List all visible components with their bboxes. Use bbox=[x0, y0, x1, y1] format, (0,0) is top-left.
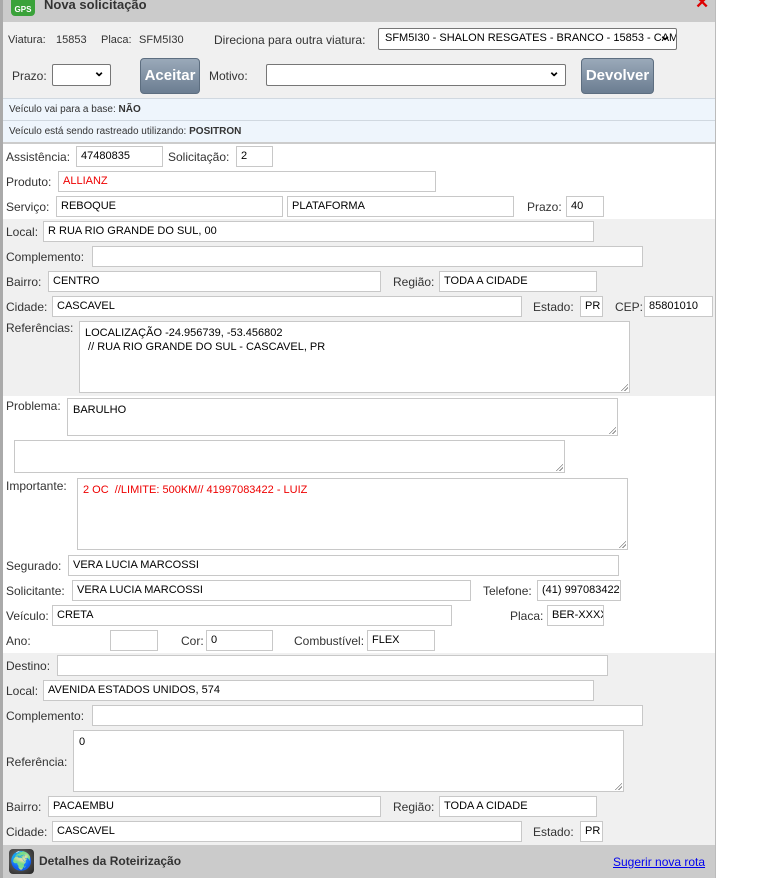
complemento-input[interactable] bbox=[92, 246, 643, 267]
destino-complemento-label: Complemento: bbox=[6, 709, 85, 723]
solicitacao-input[interactable]: 2 bbox=[236, 146, 273, 167]
combustivel-input[interactable]: FLEX bbox=[367, 630, 435, 651]
assistencia-label: Assistência: bbox=[6, 150, 71, 164]
importante-label: Importante: bbox=[6, 479, 67, 493]
cep-label: CEP: bbox=[615, 300, 644, 314]
veiculo-label: Veículo: bbox=[6, 609, 49, 623]
prazo-input[interactable]: 40 bbox=[566, 196, 604, 217]
estado-label: Estado: bbox=[533, 300, 574, 314]
cor-input[interactable]: 0 bbox=[206, 630, 273, 651]
base-value: NÃO bbox=[118, 104, 141, 115]
destino-local-input[interactable]: AVENIDA ESTADOS UNIDOS, 574 bbox=[43, 680, 594, 701]
telefone-input[interactable]: (41) 997083422 bbox=[537, 580, 621, 601]
panel-border-right bbox=[715, 0, 716, 878]
importante-textarea[interactable]: 2 OC //LIMITE: 500KM// 41997083422 - LUI… bbox=[77, 478, 628, 550]
segurado-label: Segurado: bbox=[6, 559, 62, 573]
destino-referencia-textarea[interactable]: 0 bbox=[73, 730, 624, 792]
produto-label: Produto: bbox=[6, 175, 52, 189]
servico-tipo-input[interactable]: PLATAFORMA bbox=[287, 196, 514, 217]
cor-label: Cor: bbox=[181, 634, 204, 648]
base-label: Veículo vai para a base: bbox=[9, 104, 116, 115]
combustivel-label: Combustível: bbox=[294, 634, 365, 648]
destino-bairro-input[interactable]: PACAEMBU bbox=[48, 796, 381, 817]
referencias-textarea[interactable]: LOCALIZAÇÃO -24.956739, -53.456802 // RU… bbox=[79, 321, 630, 393]
placa-form-label: Placa: bbox=[510, 609, 544, 623]
veiculo-input[interactable]: CRETA bbox=[52, 605, 452, 626]
referencias-label: Referências: bbox=[6, 321, 74, 335]
destino-estado-label: Estado: bbox=[533, 825, 574, 839]
regiao-label: Região: bbox=[393, 275, 435, 289]
motivo-label: Motivo: bbox=[209, 69, 248, 83]
destino-label: Destino: bbox=[6, 659, 51, 673]
complemento-label: Complemento: bbox=[6, 250, 85, 264]
destino-bairro-label: Bairro: bbox=[6, 800, 42, 814]
estado-input[interactable]: PR bbox=[580, 296, 603, 317]
direciona-select[interactable]: SFM5I30 - SHALON RESGATES - BRANCO - 158… bbox=[378, 28, 677, 50]
prazo-label: Prazo: bbox=[12, 69, 47, 83]
footer-title: Detalhes da Roteirização bbox=[39, 854, 182, 868]
local-input[interactable]: R RUA RIO GRANDE DO SUL, 00 bbox=[43, 221, 594, 242]
motivo-select[interactable] bbox=[266, 64, 566, 86]
cep-input[interactable]: 85801010 bbox=[644, 296, 713, 317]
placa-value: SFM5I30 bbox=[139, 34, 184, 46]
servico-input[interactable]: REBOQUE bbox=[56, 196, 283, 217]
sugerir-rota-link[interactable]: Sugerir nova rota bbox=[613, 855, 705, 869]
solicitacao-label: Solicitação: bbox=[168, 150, 230, 164]
assistencia-input[interactable]: 47480835 bbox=[76, 146, 163, 167]
base-info: Veículo vai para a base: NÃO bbox=[9, 103, 141, 117]
prazo-form-label: Prazo: bbox=[527, 200, 562, 214]
problema-textarea[interactable]: BARULHO bbox=[67, 398, 618, 436]
bairro-input[interactable]: CENTRO bbox=[48, 271, 381, 292]
problema-label: Problema: bbox=[6, 399, 61, 413]
cidade-input[interactable]: CASCAVEL bbox=[52, 296, 522, 317]
destino-local-label: Local: bbox=[6, 684, 39, 698]
ano-input[interactable] bbox=[110, 630, 158, 651]
window-title: Nova solicitação bbox=[44, 0, 147, 12]
produto-input[interactable]: ALLIANZ bbox=[58, 171, 436, 192]
local-label: Local: bbox=[6, 225, 39, 239]
rastreio-value: POSITRON bbox=[189, 126, 242, 137]
close-x-icon[interactable]: ✕ bbox=[695, 0, 709, 11]
destino-input[interactable] bbox=[57, 655, 608, 676]
viatura-label: Viatura: bbox=[8, 34, 46, 46]
bairro-label: Bairro: bbox=[6, 275, 42, 289]
segurado-input[interactable]: VERA LUCIA MARCOSSI bbox=[68, 555, 619, 576]
prazo-select[interactable] bbox=[52, 64, 111, 86]
placa-label: Placa: bbox=[101, 34, 132, 46]
telefone-label: Telefone: bbox=[483, 584, 532, 598]
cidade-label: Cidade: bbox=[6, 300, 48, 314]
destino-estado-input[interactable]: PR bbox=[580, 821, 603, 842]
destino-regiao-label: Região: bbox=[393, 800, 435, 814]
devolver-button[interactable]: Devolver bbox=[581, 58, 654, 94]
placa-input[interactable]: BER-XXXX bbox=[547, 605, 604, 626]
globe-icon: 🌍 bbox=[9, 849, 34, 874]
rastreio-label: Veículo está sendo rastreado utilizando: bbox=[9, 126, 187, 137]
problema-detalhe-textarea[interactable] bbox=[14, 440, 565, 473]
destino-referencia-label: Referência: bbox=[6, 755, 68, 769]
viatura-value: 15853 bbox=[56, 34, 87, 46]
destino-cidade-input[interactable]: CASCAVEL bbox=[52, 821, 522, 842]
destino-regiao-input[interactable]: TODA A CIDADE bbox=[439, 796, 597, 817]
destino-complemento-input[interactable] bbox=[92, 705, 643, 726]
servico-label: Serviço: bbox=[6, 200, 50, 214]
gps-logo: GPS bbox=[11, 0, 35, 16]
solicitante-label: Solicitante: bbox=[6, 584, 65, 598]
regiao-input[interactable]: TODA A CIDADE bbox=[439, 271, 597, 292]
aceitar-button[interactable]: Aceitar bbox=[140, 58, 200, 94]
direciona-label: Direciona para outra viatura: bbox=[214, 33, 366, 47]
destino-cidade-label: Cidade: bbox=[6, 825, 48, 839]
solicitante-input[interactable]: VERA LUCIA MARCOSSI bbox=[72, 580, 471, 601]
ano-label: Ano: bbox=[6, 634, 31, 648]
rastreio-info: Veículo está sendo rastreado utilizando:… bbox=[9, 125, 241, 139]
